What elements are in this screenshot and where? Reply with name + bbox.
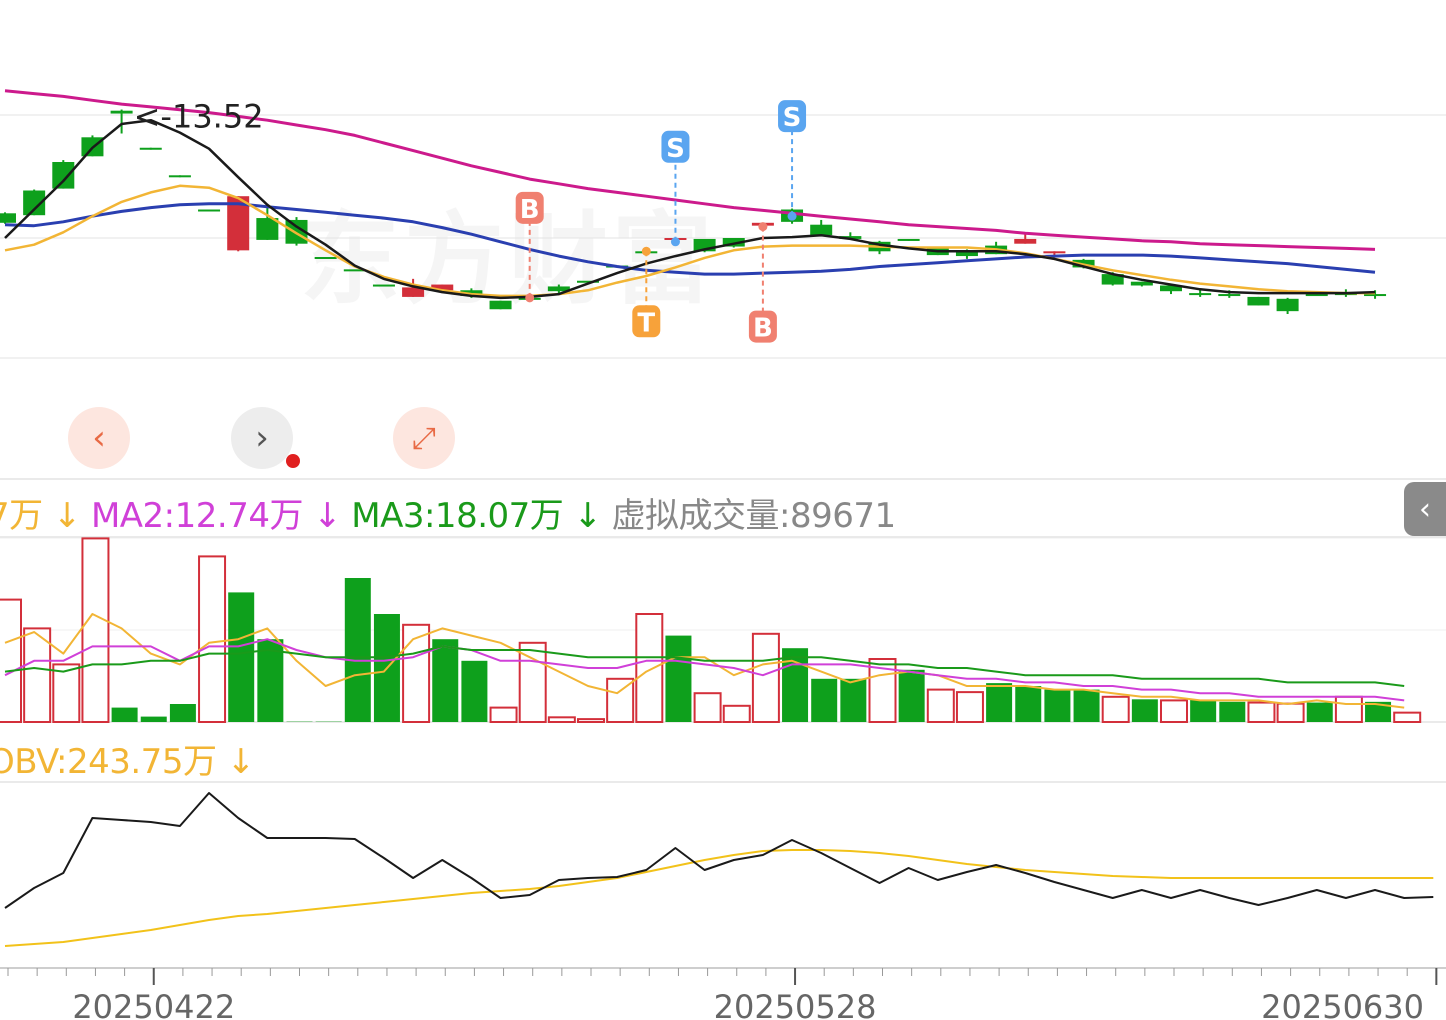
candle-body [1043,251,1066,254]
volume-bar [228,592,255,722]
volume-bar [722,704,751,723]
obv-line [4,792,1434,909]
volume-bar [169,704,196,722]
volume-bar [344,578,371,722]
volume-bar [693,692,722,724]
candle-body [810,224,833,236]
volume-bar [1190,699,1217,722]
candle-body [372,284,395,287]
x-date-label: 20250630 [1261,988,1424,1020]
volume-bar [635,613,664,723]
virtual-volume-label: 虚拟成交量:89671 [611,496,897,536]
ma-short-line [4,118,1376,300]
volume-bar [926,688,955,723]
signal-dot [758,222,768,232]
notification-dot [286,454,300,468]
volume-indicator-header: 7万 ↓MA2:12.74万 ↓MA3:18.07万 ↓虚拟成交量:89671 [0,488,906,537]
volume-bar [986,683,1013,722]
volume-bar [1219,701,1246,722]
signal-dot [525,293,535,303]
volume-bar [811,678,838,722]
volume-bar [577,718,605,723]
volume-bar [1334,695,1363,723]
candle-body [52,162,75,189]
volume-bar [461,660,488,722]
candle-body [139,147,162,150]
volume-bar [751,632,780,723]
signal-label: B [520,195,540,225]
obv-indicator-header: OBV:243.75万 ↓ [0,734,255,783]
candle-body [897,238,920,241]
max-price-label: <-13.52 [134,98,264,136]
expand-arrows-icon[interactable]: ⤢ [393,407,455,469]
vol-ma2-label: MA2:12.74万 ↓ [90,496,342,536]
volume-bar [140,716,167,722]
volume-bar [1073,689,1100,722]
volume-bar [1393,711,1422,724]
volume-bar [198,555,227,724]
volume-bar [81,537,110,724]
signal-label: T [637,308,655,338]
obv-label: OBV:243.75万 ↓ [0,742,255,782]
vol-ma3-label: MA3:18.07万 ↓ [351,496,602,536]
candle-body [110,110,133,114]
volume-bar [432,639,459,722]
volume-bar [840,678,867,722]
collapse-panel-button[interactable]: ‹ [1404,482,1446,536]
candle-body [0,213,16,223]
chevron-right-icon[interactable]: › [231,407,293,469]
candle-body [198,209,221,212]
vol-ma1-label: 7万 ↓ [0,496,81,536]
signal-dot [787,211,797,221]
volume-bar [1306,702,1333,722]
volume-bar [402,623,431,723]
volume-bar [0,598,22,723]
signal-label: B [753,314,773,344]
volume-bar [782,648,809,722]
chevron-left-icon[interactable]: ‹ [68,407,130,469]
candle-body [1218,294,1241,297]
volume-bar [23,627,52,724]
volume-bar [52,663,81,724]
chevron-left-icon: ‹ [1419,491,1431,527]
volume-bar [1131,699,1158,722]
volume-bar [1247,701,1276,723]
volume-bar [665,635,692,722]
signal-dot [670,237,680,247]
candle-body [1247,296,1270,306]
x-date-label: 20250528 [714,988,877,1020]
x-date-label: 20250422 [72,988,235,1020]
candle-body [168,175,191,178]
candle-body [1014,238,1037,244]
signal-label: S [783,103,802,133]
candle-body [1189,293,1212,296]
volume-bar [1015,686,1042,722]
candle-body [489,300,512,310]
volume-bar [547,716,576,724]
volume-bar [1044,689,1071,722]
signal-label: S [666,134,685,164]
volume-bar [898,669,925,722]
volume-bar [1160,699,1188,724]
volume-bar [489,706,518,723]
volume-bar [955,691,984,723]
volume-bar [111,707,138,722]
volume-bar [1101,695,1130,723]
signal-dot [641,246,651,256]
volume-bar [1276,702,1305,724]
candle-body [314,257,337,259]
candle-body [1276,298,1299,312]
